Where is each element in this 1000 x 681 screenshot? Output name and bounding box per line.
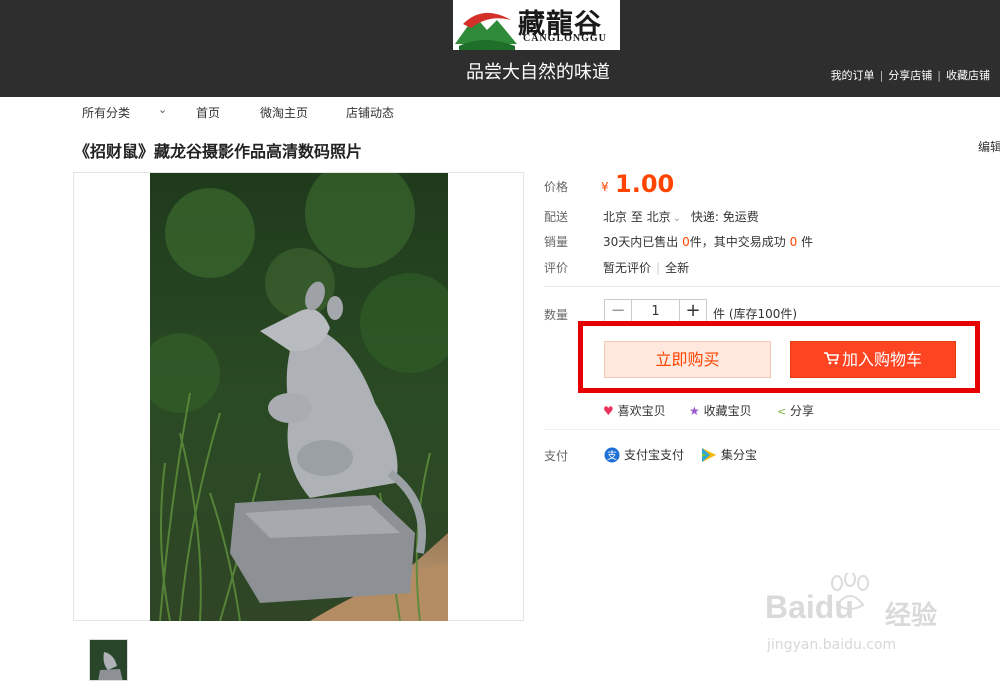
quantity-label: 数量 [544,308,569,322]
mountain-logo-icon [455,12,517,50]
shipping-label: 配送 [544,210,569,224]
currency-symbol: ¥ [601,180,609,194]
heart-icon: ♥ [603,404,614,418]
price-value: 1.00 [615,170,675,198]
nav-weitao[interactable]: 微淘主页 [260,104,308,121]
divider [544,429,1000,430]
header-links: 我的订单 | 分享店铺 | 收藏店铺 [831,67,990,83]
thumbnail-image [90,640,127,680]
express-fee: 快递: 免运费 [690,210,759,224]
logo-text-en: CANGLONGGU [523,33,607,44]
edit-link[interactable]: 编辑 [978,138,1000,155]
share-shop-link[interactable]: 分享店铺 [888,69,932,82]
divider: | [937,69,941,82]
baidu-watermark: Baidu 经验 jingyan.baidu.com [765,573,955,663]
review-count[interactable]: 暂无评价 [603,261,651,275]
nav-all-categories[interactable]: 所有分类 [82,104,130,121]
share-icon: < [777,405,787,418]
jifenbao-option[interactable]: 集分宝 [701,446,757,463]
nav-shop-feed[interactable]: 店铺动态 [346,104,394,121]
sales-count: 0 [682,235,690,249]
stock-info: 件 (库存100件) [713,307,798,321]
divider [544,286,1000,287]
divider: | [879,69,884,82]
favorite-item-link[interactable]: ★ 收藏宝贝 [689,402,752,419]
jifenbao-label: 集分宝 [721,448,758,462]
favorite-shop-link[interactable]: 收藏店铺 [946,69,990,82]
product-title: 《招财鼠》藏龙谷摄影作品高清数码照片 [74,142,363,161]
payment-label: 支付 [544,449,569,463]
ship-to-select[interactable]: 北京 [647,210,671,224]
share-link[interactable]: < 分享 [777,402,814,419]
star-icon: ★ [689,404,700,418]
buy-now-button[interactable]: 立即购买 [604,341,771,378]
quantity-input[interactable]: 1 [632,300,679,323]
price-label: 价格 [544,180,569,194]
condition: 全新 [665,261,690,275]
chevron-down-icon[interactable]: ⌄ [158,103,167,116]
favorite-label: 收藏宝贝 [703,404,752,418]
cart-icon [823,344,839,379]
watermark-cn: 经验 [885,601,938,631]
like-label: 喜欢宝贝 [617,404,666,418]
shipping-info: 北京 至 北京 ⌄ 快递: 免运费 [603,208,759,225]
shop-logo[interactable]: 藏龍谷 CANGLONGGU [453,0,620,50]
alipay-icon: 支 [604,447,620,463]
add-to-cart-label: 加入购物车 [841,350,922,369]
add-to-cart-button[interactable]: 加入购物车 [790,341,956,378]
sales-info: 30天内已售出 0件，其中交易成功 0 件 [603,233,813,250]
share-label: 分享 [790,404,815,418]
nav-label: 所有分类 [82,106,131,120]
sales-text: 30天内已售出 [603,235,679,249]
success-count: 0 [789,235,798,249]
product-photo[interactable] [150,173,448,621]
review-label: 评价 [544,261,569,275]
alipay-label: 支付宝支付 [624,448,685,462]
thumbnail-0[interactable] [89,639,128,681]
sales-text: 件，其中交易成功 [689,235,786,249]
sales-label: 销量 [544,235,569,249]
watermark-url: jingyan.baidu.com [767,637,897,653]
svg-text:支: 支 [607,450,617,462]
nav-home[interactable]: 首页 [196,104,220,121]
divider: | [656,261,661,275]
review-info: 暂无评价 | 全新 [603,259,689,276]
my-orders-link[interactable]: 我的订单 [831,69,875,82]
jifenbao-icon [701,447,717,463]
decrease-button[interactable]: − [605,300,632,323]
ship-from: 北京 至 [603,210,643,224]
chevron-down-icon[interactable]: ⌄ [673,213,681,224]
sales-text: 件 [801,235,814,249]
increase-button[interactable]: + [679,300,706,323]
shop-header: 藏龍谷 CANGLONGGU 品尝大自然的味道 我的订单 | 分享店铺 | 收藏店铺 [0,0,1000,97]
like-item-link[interactable]: ♥ 喜欢宝贝 [603,402,666,419]
alipay-option[interactable]: 支 支付宝支付 [604,446,684,463]
watermark-brand: Baidu [765,589,854,625]
